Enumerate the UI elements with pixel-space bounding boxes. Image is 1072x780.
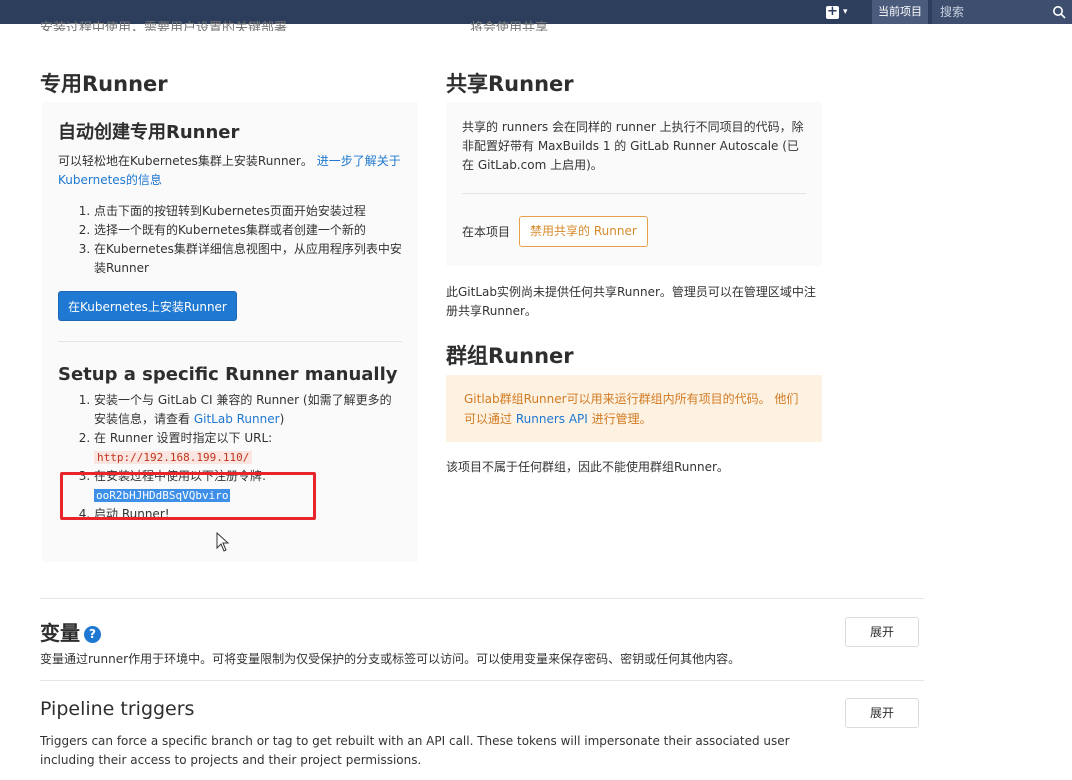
plus-icon: + (826, 3, 839, 19)
shared-runners-project-label: 在本项目 (462, 225, 511, 239)
mouse-cursor-icon (216, 532, 230, 552)
shared-runners-panel: 共享的 runners 会在同样的 runner 上执行不同项目的代码，除非配置… (446, 102, 822, 266)
auto-setup-desc: 可以轻松地在Kubernetes集群上安装Runner。 进一步了解关于Kube… (58, 154, 401, 187)
disable-shared-runners-button[interactable]: 禁用共享的 Runner (519, 216, 648, 247)
question-circle-icon[interactable]: ? (84, 626, 101, 643)
variables-desc: 变量通过runner作用于环境中。可将变量限制为仅受保护的分支或标签可以访问。可… (40, 652, 741, 666)
expand-triggers-button[interactable]: 展开 (845, 698, 919, 728)
cut-off-text: 将会使用共享 (470, 21, 549, 31)
shared-runners-title: 共享Runner (446, 72, 574, 96)
group-runners-warning: Gitlab群组Runner可以用来运行群组内所有项目的代码。 他们可以通过 R… (446, 375, 822, 442)
gitlab-runner-link[interactable]: GitLab Runner (194, 412, 280, 426)
runners-api-link[interactable]: Runners API (516, 412, 588, 426)
search-box[interactable] (932, 0, 1072, 24)
divider (40, 680, 924, 681)
auto-setup-steps: 点击下面的按钮转到Kubernetes页面开始安装过程 选择一个既有的Kuber… (58, 202, 402, 278)
list-item: 选择一个既有的Kubernetes集群或者创建一个新的 (94, 221, 402, 240)
shared-runners-desc: 共享的 runners 会在同样的 runner 上执行不同项目的代码，除非配置… (462, 120, 804, 172)
auto-setup-title: 自动创建专用Runner (58, 122, 240, 143)
search-icon[interactable] (1052, 5, 1066, 19)
list-item: 在 Runner 设置时指定以下 URL: http://192.168.199… (94, 429, 402, 467)
search-input[interactable] (932, 0, 1042, 24)
install-runner-kubernetes-button[interactable]: 在Kubernetes上安装Runner (58, 291, 237, 321)
expand-variables-button[interactable]: 展开 (845, 617, 919, 647)
group-runners-note: 该项目不属于任何群组，因此不能使用群组Runner。 (446, 460, 729, 474)
list-item: 点击下面的按钮转到Kubernetes页面开始安装过程 (94, 202, 402, 221)
cut-off-text: 安装过程中使用，需要用户设置的关键部署 (40, 21, 288, 31)
coordinator-url[interactable]: http://192.168.199.110/ (94, 451, 253, 464)
list-item: 在Kubernetes集群详细信息视图中，从应用程序列表中安装Runner (94, 240, 402, 278)
new-dropdown-button[interactable]: + ▾ (826, 3, 862, 21)
manual-setup-title: Setup a specific Runner manually (58, 364, 398, 385)
pipeline-triggers-title: Pipeline triggers (40, 698, 195, 720)
chevron-down-icon: ▾ (843, 7, 848, 17)
shared-runners-note: 此GitLab实例尚未提供任何共享Runner。管理员可以在管理区域中注册共享R… (446, 285, 816, 318)
highlight-annotation-box (60, 472, 316, 520)
specific-runners-title: 专用Runner (40, 72, 168, 96)
list-item: 安装一个与 GitLab CI 兼容的 Runner (如需了解更多的安装信息，… (94, 391, 402, 429)
divider (462, 193, 806, 194)
search-scope-badge[interactable]: 当前项目 (872, 0, 928, 24)
group-runners-title: 群组Runner (446, 344, 574, 368)
variables-title: 变量? (40, 617, 101, 646)
divider (58, 341, 402, 342)
pipeline-triggers-desc: Triggers can force a specific branch or … (40, 734, 790, 767)
divider (40, 598, 924, 599)
